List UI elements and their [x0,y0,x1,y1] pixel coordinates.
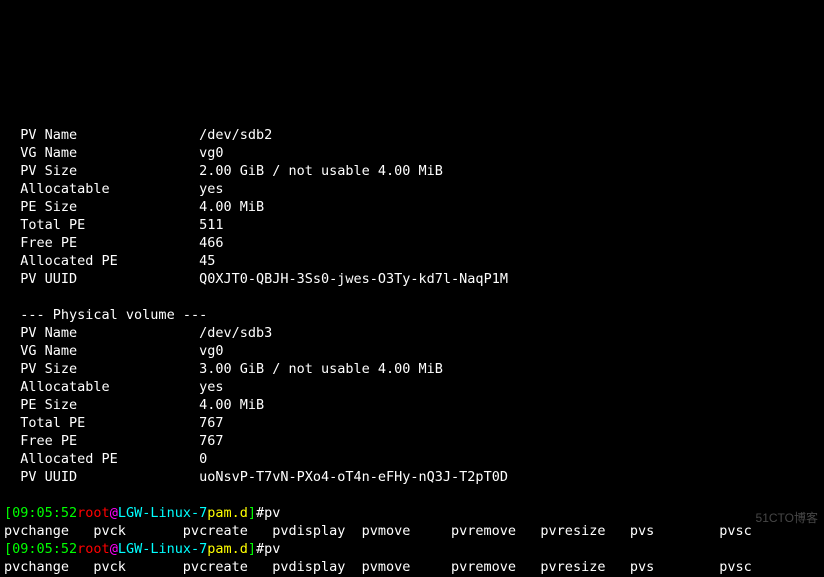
pv2-vg-row: VG Name vg0 [4,343,223,359]
pv1-free: 466 [199,235,223,251]
pv1-free-label: Free PE [20,235,77,251]
pv1-vg-label: VG Name [20,145,77,161]
pv2-alloc-row: Allocatable yes [4,379,223,395]
pv2-free-label: Free PE [20,433,77,449]
pv1-ape-label: Allocated PE [20,253,118,269]
prompt-time: 09:05:52 [12,505,77,521]
prompt-host: LGW-Linux-7 [118,505,207,521]
pv1-name-label: PV Name [20,127,77,143]
pv2-total: 767 [199,415,223,431]
pv1-free-row: Free PE 466 [4,235,223,251]
pv2-uuid-row: PV UUID uoNsvP-T7vN-PXo4-oT4n-eFHy-nQ3J-… [4,469,508,485]
pv1-size-row: PV Size 2.00 GiB / not usable 4.00 MiB [4,163,443,179]
pv1-total: 511 [199,217,223,233]
pv1-alloc-row: Allocatable yes [4,181,223,197]
pv1-pesize: 4.00 MiB [199,199,264,215]
pv2-uuid: uoNsvP-T7vN-PXo4-oT4n-eFHy-nQ3J-T2pT0D [199,469,508,485]
pv2-total-label: Total PE [20,415,85,431]
pv1-pesize-label: PE Size [20,199,77,215]
pv2-name: /dev/sdb3 [199,325,272,341]
pv2-free-row: Free PE 767 [4,433,223,449]
prompt-rbracket: ] [248,505,256,521]
prompt-cwd: pam.d [207,505,248,521]
pv1-total-row: Total PE 511 [4,217,223,233]
prompt-symbol: # [256,505,264,521]
pv1-vg: vg0 [199,145,223,161]
completions-2: pvchange pvck pvcreate pvdisplay pvmove … [4,559,752,575]
pv1-vg-row: VG Name vg0 [4,145,223,161]
pv1-name-row: PV Name /dev/sdb2 [4,127,272,143]
terminal[interactable]: PV Name /dev/sdb2 VG Name vg0 PV Size 2.… [0,90,824,577]
pv1-total-label: Total PE [20,217,85,233]
pv2-ape-row: Allocated PE 0 [4,451,207,467]
prompt-user: root [77,505,110,521]
pv1-ape: 45 [199,253,215,269]
command-1: pv [264,505,280,521]
pv1-size: 2.00 GiB / not usable 4.00 MiB [199,163,443,179]
pv2-size: 3.00 GiB / not usable 4.00 MiB [199,361,443,377]
pv1-uuid: Q0XJT0-QBJH-3Ss0-jwes-O3Ty-kd7l-NaqP1M [199,271,508,287]
prompt-line-1[interactable]: [09:05:52root@LGW-Linux-7pam.d]#pv [4,505,280,521]
prompt-at: @ [110,505,118,521]
pv2-total-row: Total PE 767 [4,415,223,431]
pv2-uuid-label: PV UUID [20,469,77,485]
pv2-name-label: PV Name [20,325,77,341]
prompt-line-2[interactable]: [09:05:52root@LGW-Linux-7pam.d]#pv [4,541,280,557]
watermark: 51CTO博客 [756,509,818,527]
pv2-pesize: 4.00 MiB [199,397,264,413]
pv2-pesize-label: PE Size [20,397,77,413]
pv1-uuid-label: PV UUID [20,271,77,287]
pv2-ape-label: Allocated PE [20,451,118,467]
prompt-lbracket: [ [4,505,12,521]
pv2-alloc: yes [199,379,223,395]
completions-1: pvchange pvck pvcreate pvdisplay pvmove … [4,523,752,539]
pv2-ape: 0 [199,451,207,467]
command-2: pv [264,541,280,557]
pv2-pesize-row: PE Size 4.00 MiB [4,397,264,413]
pv2-divider: --- Physical volume --- [4,307,207,323]
pv2-free: 767 [199,433,223,449]
pv2-alloc-label: Allocatable [20,379,109,395]
pv1-size-label: PV Size [20,163,77,179]
pv1-alloc-label: Allocatable [20,181,109,197]
pv2-size-label: PV Size [20,361,77,377]
pv1-pesize-row: PE Size 4.00 MiB [4,199,264,215]
pv2-vg-label: VG Name [20,343,77,359]
pv1-uuid-row: PV UUID Q0XJT0-QBJH-3Ss0-jwes-O3Ty-kd7l-… [4,271,508,287]
pv2-vg: vg0 [199,343,223,359]
pv1-name: /dev/sdb2 [199,127,272,143]
pv1-ape-row: Allocated PE 45 [4,253,215,269]
pv2-size-row: PV Size 3.00 GiB / not usable 4.00 MiB [4,361,443,377]
pv1-alloc: yes [199,181,223,197]
pv2-name-row: PV Name /dev/sdb3 [4,325,272,341]
